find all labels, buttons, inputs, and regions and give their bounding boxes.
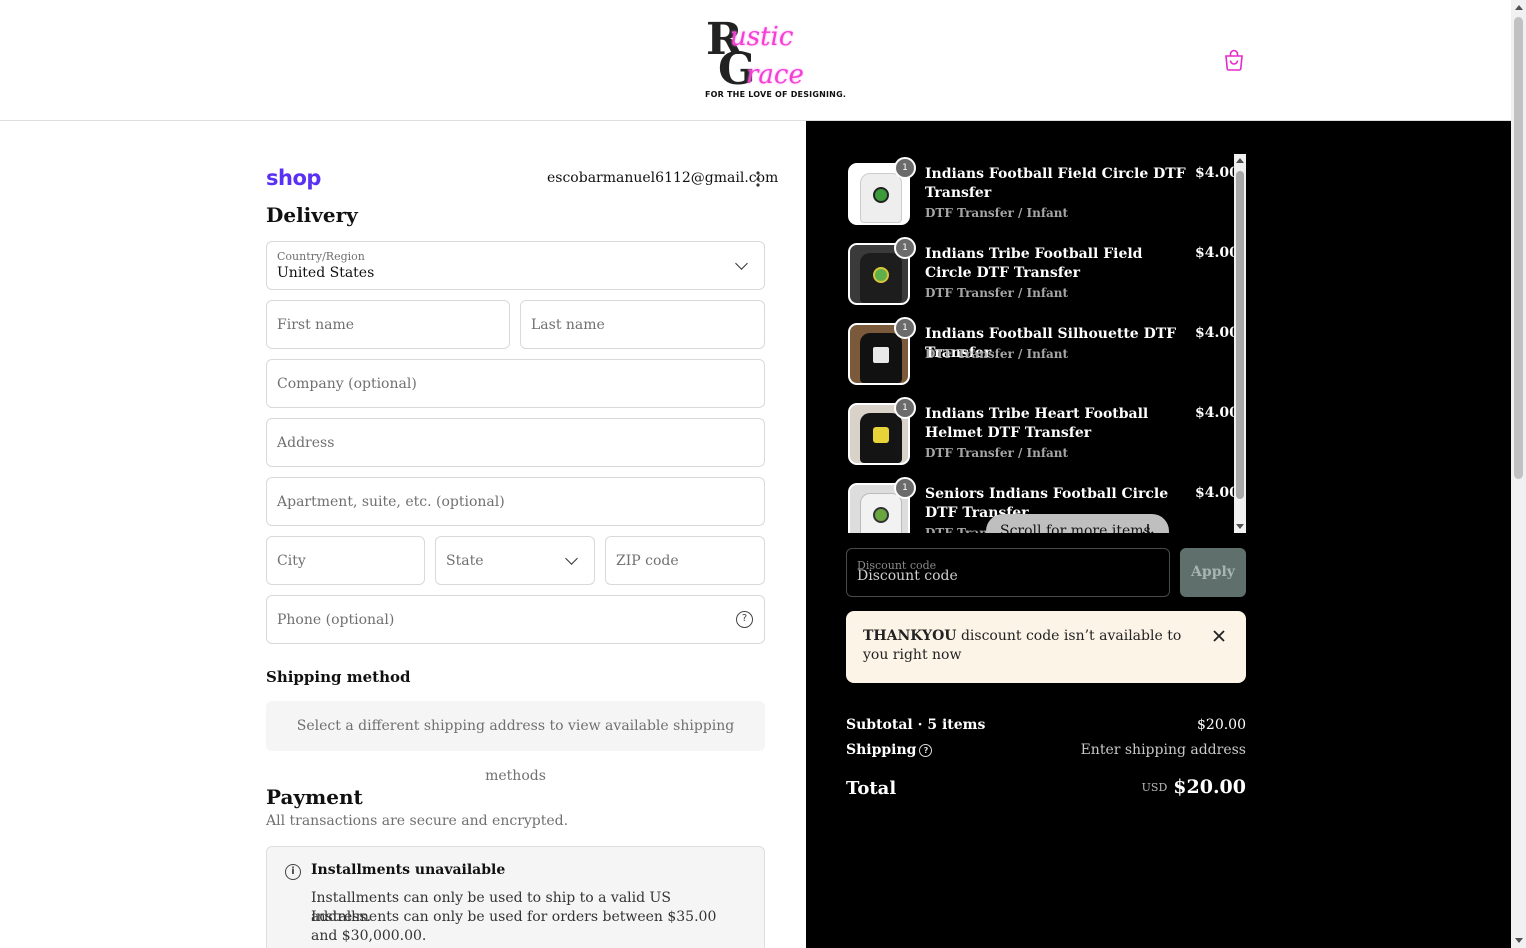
city-field[interactable]: City bbox=[266, 536, 425, 585]
arrow-down-icon bbox=[1142, 524, 1154, 533]
shipping-method-heading: Shipping method bbox=[266, 668, 411, 686]
discount-code-placeholder: Discount code bbox=[857, 568, 958, 584]
item-variant: DTF Transfer / Infant bbox=[925, 446, 1069, 460]
phone-field[interactable]: Phone (optional) ? bbox=[266, 595, 765, 644]
cart-scrollbar-thumb[interactable] bbox=[1236, 171, 1244, 499]
cart-items-list[interactable]: 1 Indians Football Field Circle DTF Tran… bbox=[846, 154, 1246, 533]
shipping-row: Shipping? bbox=[846, 742, 933, 758]
payment-subtitle: All transactions are secure and encrypte… bbox=[266, 813, 569, 829]
country-value: United States bbox=[277, 265, 375, 281]
first-name-placeholder: First name bbox=[277, 316, 355, 333]
item-price: $4.00 bbox=[1195, 245, 1239, 261]
chevron-down-icon bbox=[735, 257, 748, 270]
logo-tagline: FOR THE LOVE OF DESIGNING. bbox=[705, 90, 847, 99]
item-price: $4.00 bbox=[1195, 325, 1239, 341]
info-icon: i bbox=[285, 864, 301, 880]
scroll-down-arrow-icon[interactable] bbox=[1515, 938, 1523, 943]
delivery-heading: Delivery bbox=[266, 203, 358, 227]
cart-item: 1 Indians Football Field Circle DTF Tran… bbox=[846, 154, 1239, 225]
shipping-label: Shipping bbox=[846, 742, 917, 758]
apartment-placeholder: Apartment, suite, etc. (optional) bbox=[277, 493, 505, 510]
phone-placeholder: Phone (optional) bbox=[277, 611, 395, 628]
total-currency: USD bbox=[1141, 781, 1168, 794]
address-placeholder: Address bbox=[277, 434, 335, 451]
subtotal-value: $20.00 bbox=[1197, 717, 1246, 733]
total-label: Total bbox=[846, 778, 897, 799]
question-mark-icon[interactable]: ? bbox=[736, 611, 753, 628]
discount-error-message: THANKYOU discount code isn’t available t… bbox=[863, 627, 1183, 665]
state-select[interactable]: State bbox=[435, 536, 595, 585]
item-price: $4.00 bbox=[1195, 485, 1239, 501]
chevron-down-icon bbox=[565, 552, 578, 565]
order-summary: 1 Indians Football Field Circle DTF Tran… bbox=[806, 121, 1511, 948]
cart-item: 1 Indians Tribe Football Field Circle DT… bbox=[846, 234, 1239, 305]
discount-code-name: THANKYOU bbox=[863, 628, 957, 644]
item-variant: DTF Transfer / Infant bbox=[925, 347, 1069, 361]
discount-code-input[interactable]: Discount code Discount code bbox=[846, 548, 1170, 597]
scroll-down-arrow-icon[interactable] bbox=[1236, 524, 1244, 529]
installments-line-2: Installments can only be used for orders… bbox=[311, 909, 717, 944]
scrollbar-thumb[interactable] bbox=[1514, 17, 1523, 479]
quantity-badge: 1 bbox=[894, 477, 916, 499]
item-variant: DTF Transfer / Infant bbox=[925, 286, 1069, 300]
page-scrollbar[interactable] bbox=[1511, 0, 1526, 948]
quantity-badge: 1 bbox=[894, 397, 916, 419]
quantity-badge: 1 bbox=[894, 317, 916, 339]
more-options-icon[interactable] bbox=[752, 170, 764, 188]
shopping-bag-icon[interactable] bbox=[1222, 48, 1246, 72]
address-field[interactable]: Address bbox=[266, 418, 765, 467]
store-logo[interactable]: R ustic G race FOR THE LOVE OF DESIGNING… bbox=[700, 14, 846, 104]
account-email: escobarmanuel6112@gmail.com bbox=[547, 170, 779, 186]
first-name-field[interactable]: First name bbox=[266, 300, 510, 349]
apartment-field[interactable]: Apartment, suite, etc. (optional) bbox=[266, 477, 765, 526]
company-field[interactable]: Company (optional) bbox=[266, 359, 765, 408]
discount-error-notice: THANKYOU discount code isn’t available t… bbox=[846, 611, 1246, 683]
scroll-for-more-button[interactable]: Scroll for more items bbox=[986, 514, 1169, 533]
last-name-placeholder: Last name bbox=[531, 316, 605, 333]
item-price: $4.00 bbox=[1195, 405, 1239, 421]
quantity-badge: 1 bbox=[894, 237, 916, 259]
zip-code-placeholder: ZIP code bbox=[616, 552, 679, 569]
state-placeholder: State bbox=[446, 552, 484, 569]
scroll-hint-label: Scroll for more items bbox=[1000, 523, 1151, 533]
question-mark-icon[interactable]: ? bbox=[919, 744, 933, 757]
item-name: Indians Tribe Heart Football Helmet DTF … bbox=[925, 406, 1149, 441]
installments-notice: i Installments unavailable Installments … bbox=[266, 846, 765, 948]
quantity-badge: 1 bbox=[894, 157, 916, 179]
shipping-value: Enter shipping address bbox=[1080, 742, 1246, 758]
checkout-form: shop escobarmanuel6112@gmail.com Deliver… bbox=[0, 121, 806, 948]
shipping-method-note: Select a different shipping address to v… bbox=[266, 701, 765, 784]
total-amount: $20.00 bbox=[1173, 776, 1246, 798]
total-value-row: USD $20.00 bbox=[1142, 776, 1246, 798]
payment-heading: Payment bbox=[266, 785, 363, 809]
cart-item: 1 Indians Football Silhouette DTF Transf… bbox=[846, 314, 1239, 385]
city-placeholder: City bbox=[277, 552, 306, 569]
subtotal-label: Subtotal · 5 items bbox=[846, 717, 986, 733]
shop-pay-logo: shop bbox=[266, 166, 321, 190]
apply-discount-button[interactable]: Apply bbox=[1180, 548, 1246, 597]
item-variant: DTF Transfer / Infant bbox=[925, 206, 1069, 220]
zip-code-field[interactable]: ZIP code bbox=[605, 536, 765, 585]
cart-item: 1 Indians Tribe Heart Football Helmet DT… bbox=[846, 394, 1239, 465]
logo-script-race: race bbox=[746, 60, 804, 90]
installments-title: Installments unavailable bbox=[311, 862, 506, 878]
last-name-field[interactable]: Last name bbox=[520, 300, 765, 349]
site-header: R ustic G race FOR THE LOVE OF DESIGNING… bbox=[0, 0, 1511, 121]
cart-list-scrollbar[interactable] bbox=[1234, 154, 1246, 533]
country-select[interactable]: Country/Region United States bbox=[266, 241, 765, 290]
close-icon[interactable] bbox=[1212, 629, 1226, 643]
item-name: Indians Tribe Football Field Circle DTF … bbox=[925, 246, 1143, 281]
item-price: $4.00 bbox=[1195, 165, 1239, 181]
country-label: Country/Region bbox=[277, 250, 365, 263]
company-placeholder: Company (optional) bbox=[277, 375, 417, 392]
scroll-up-arrow-icon[interactable] bbox=[1515, 5, 1523, 10]
scroll-up-arrow-icon[interactable] bbox=[1236, 158, 1244, 163]
item-name: Indians Football Field Circle DTF Transf… bbox=[925, 166, 1186, 201]
